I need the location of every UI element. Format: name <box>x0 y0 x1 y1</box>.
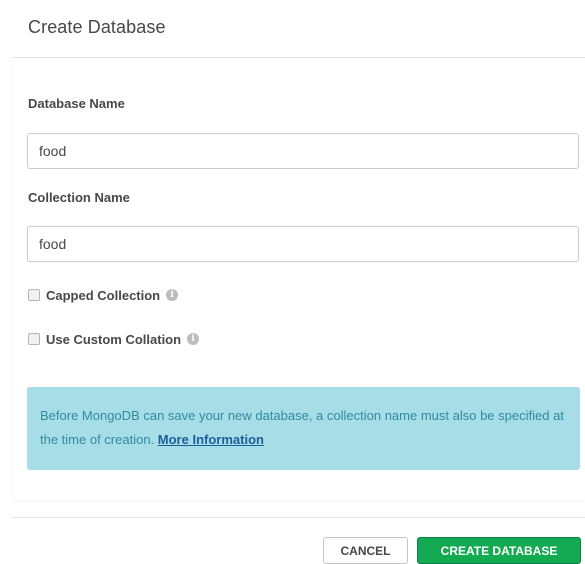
notice-text: Before MongoDB can save your new databas… <box>40 408 564 447</box>
collection-name-notice: Before MongoDB can save your new databas… <box>27 387 580 470</box>
custom-collation-checkbox[interactable] <box>28 333 40 345</box>
dialog-title: Create Database <box>28 17 166 37</box>
collection-name-label: Collection Name <box>28 190 130 205</box>
custom-collation-label: Use Custom Collation <box>46 331 182 347</box>
database-name-input[interactable] <box>27 133 579 169</box>
create-database-button[interactable]: Create Database <box>417 537 581 564</box>
dialog-header: Create Database <box>0 0 585 58</box>
more-information-link[interactable]: More Information <box>158 432 264 447</box>
info-circle-icon[interactable]: i <box>187 333 200 345</box>
capped-collection-option[interactable]: Capped Collection i <box>28 287 179 303</box>
capped-collection-label: Capped Collection <box>46 287 161 303</box>
footer-divider <box>12 517 585 518</box>
cancel-button[interactable]: Cancel <box>323 537 408 564</box>
create-database-dialog: Create Database Database Name Collection… <box>0 0 585 564</box>
database-name-label: Database Name <box>28 96 125 111</box>
info-circle-icon[interactable]: i <box>166 289 179 301</box>
capped-collection-checkbox[interactable] <box>28 289 40 301</box>
custom-collation-option[interactable]: Use Custom Collation i <box>28 331 200 347</box>
collection-name-input[interactable] <box>27 226 579 262</box>
